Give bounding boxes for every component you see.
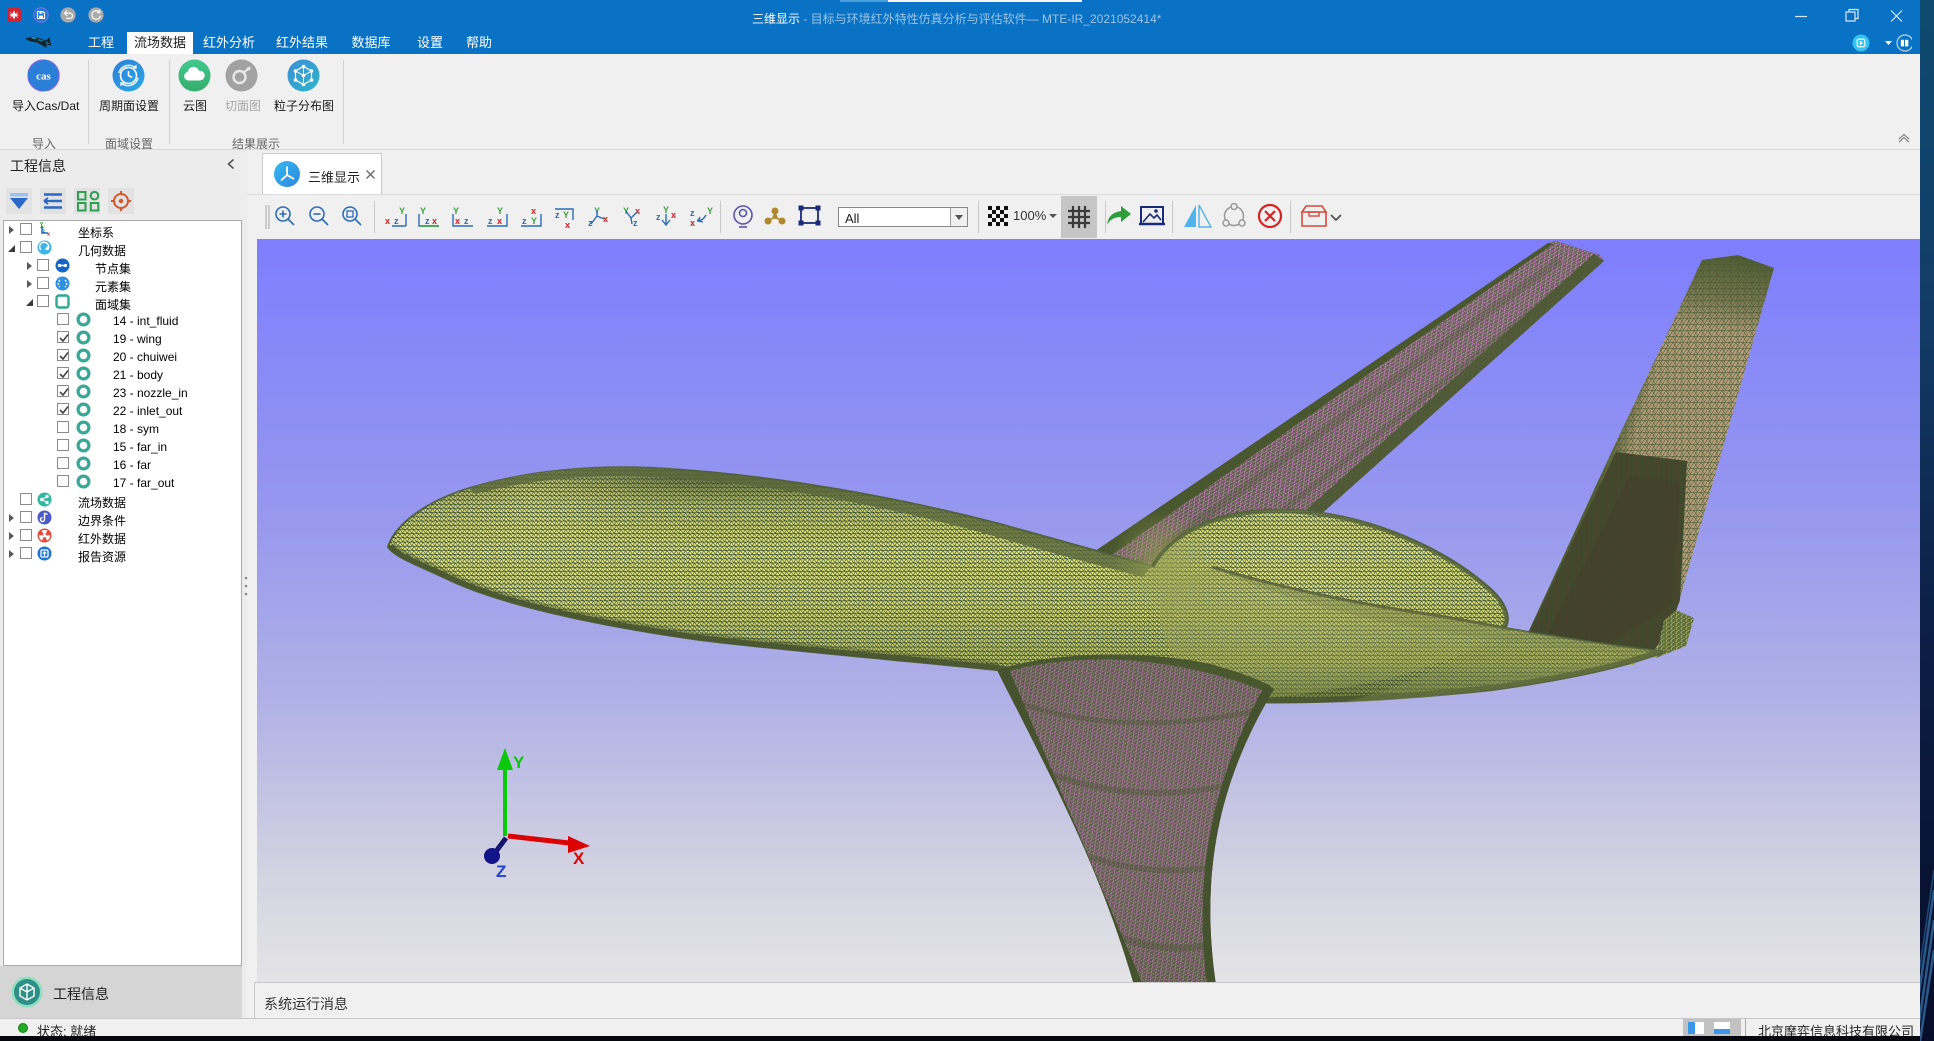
svg-text:Y: Y <box>399 206 405 216</box>
svg-text:x: x <box>432 216 437 226</box>
svg-text:x: x <box>385 216 390 226</box>
svg-text:x: x <box>497 216 502 226</box>
svg-text:z: z <box>464 216 469 226</box>
svg-text:Y: Y <box>453 206 459 216</box>
svg-text:x: x <box>455 216 460 226</box>
svg-text:Y: Y <box>531 216 537 226</box>
svg-text:z: z <box>633 218 638 228</box>
svg-text:x: x <box>635 206 640 216</box>
svg-text:z: z <box>43 229 46 235</box>
svg-text:Y: Y <box>497 206 503 216</box>
svg-text:cas: cas <box>36 71 51 83</box>
svg-text:z: z <box>488 216 493 226</box>
svg-text:x: x <box>690 218 695 228</box>
svg-text:x: x <box>47 232 51 238</box>
svg-text:z: z <box>555 210 560 220</box>
svg-text:z: z <box>394 216 399 226</box>
svg-text:Y: Y <box>563 210 569 220</box>
svg-text:Y: Y <box>513 753 525 772</box>
svg-text:X: X <box>573 849 585 868</box>
svg-text:z: z <box>522 216 527 226</box>
svg-text:z: z <box>425 216 430 226</box>
svg-text:x: x <box>671 210 676 220</box>
svg-text:Y: Y <box>663 206 669 215</box>
svg-text:x: x <box>531 206 536 216</box>
svg-text:x: x <box>565 220 570 230</box>
svg-text:Z: Z <box>496 862 506 881</box>
svg-text:z: z <box>690 208 695 218</box>
svg-text:Y: Y <box>420 206 426 216</box>
svg-text:z: z <box>656 212 661 222</box>
svg-text:Y: Y <box>707 206 713 216</box>
